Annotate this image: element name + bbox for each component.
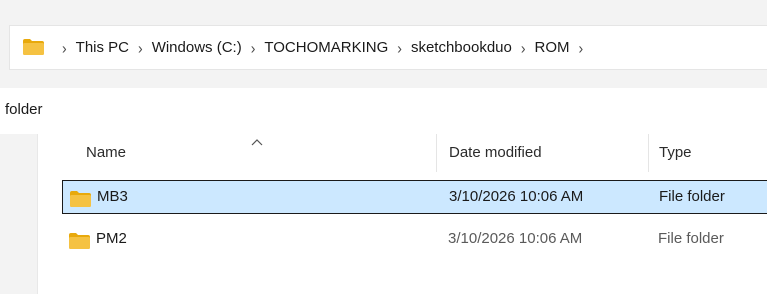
breadcrumb-item-this-pc[interactable]: This PC <box>76 39 129 56</box>
folder-icon <box>69 233 90 249</box>
file-date-modified: 3/10/2026 10:06 AM <box>449 188 584 205</box>
chevron-right-icon[interactable]: › <box>397 38 402 56</box>
chevron-right-icon[interactable]: › <box>251 38 256 56</box>
folder-icon <box>23 39 44 55</box>
chevron-right-icon[interactable]: › <box>521 38 526 56</box>
column-header-row: Name Date modified Type <box>38 134 767 172</box>
column-header-type[interactable]: Type <box>659 134 692 172</box>
side-label-row: folder <box>0 88 767 134</box>
file-date-modified: 3/10/2026 10:06 AM <box>448 230 583 247</box>
column-header-name[interactable]: Name <box>86 134 126 172</box>
folder-icon <box>70 191 91 207</box>
column-resize-handle[interactable] <box>436 134 437 172</box>
breadcrumb: › This PC › Windows (C:) › TOCHOMARKING … <box>53 26 592 69</box>
file-type: File folder <box>658 230 724 247</box>
navigation-pane[interactable] <box>0 134 37 294</box>
sort-ascending-icon <box>251 139 263 146</box>
column-resize-handle[interactable] <box>648 134 649 172</box>
breadcrumb-item-sketchbookduo[interactable]: sketchbookduo <box>411 39 512 56</box>
file-type: File folder <box>659 188 725 205</box>
folder-label: folder <box>5 101 43 118</box>
breadcrumb-item-tochomarking[interactable]: TOCHOMARKING <box>264 39 388 56</box>
chevron-right-icon[interactable]: › <box>138 38 143 56</box>
breadcrumb-item-windows-c[interactable]: Windows (C:) <box>152 39 242 56</box>
column-header-date-modified[interactable]: Date modified <box>449 134 542 172</box>
chevron-right-icon[interactable]: › <box>62 38 67 56</box>
address-bar[interactable]: › This PC › Windows (C:) › TOCHOMARKING … <box>9 25 767 70</box>
chevron-right-icon[interactable]: › <box>579 38 584 56</box>
file-row-mb3[interactable]: MB3 3/10/2026 10:06 AM File folder <box>62 180 767 214</box>
file-row-pm2[interactable]: PM2 3/10/2026 10:06 AM File folder <box>62 223 767 257</box>
file-name: MB3 <box>97 188 128 205</box>
breadcrumb-item-rom[interactable]: ROM <box>535 39 570 56</box>
file-name: PM2 <box>96 230 127 247</box>
